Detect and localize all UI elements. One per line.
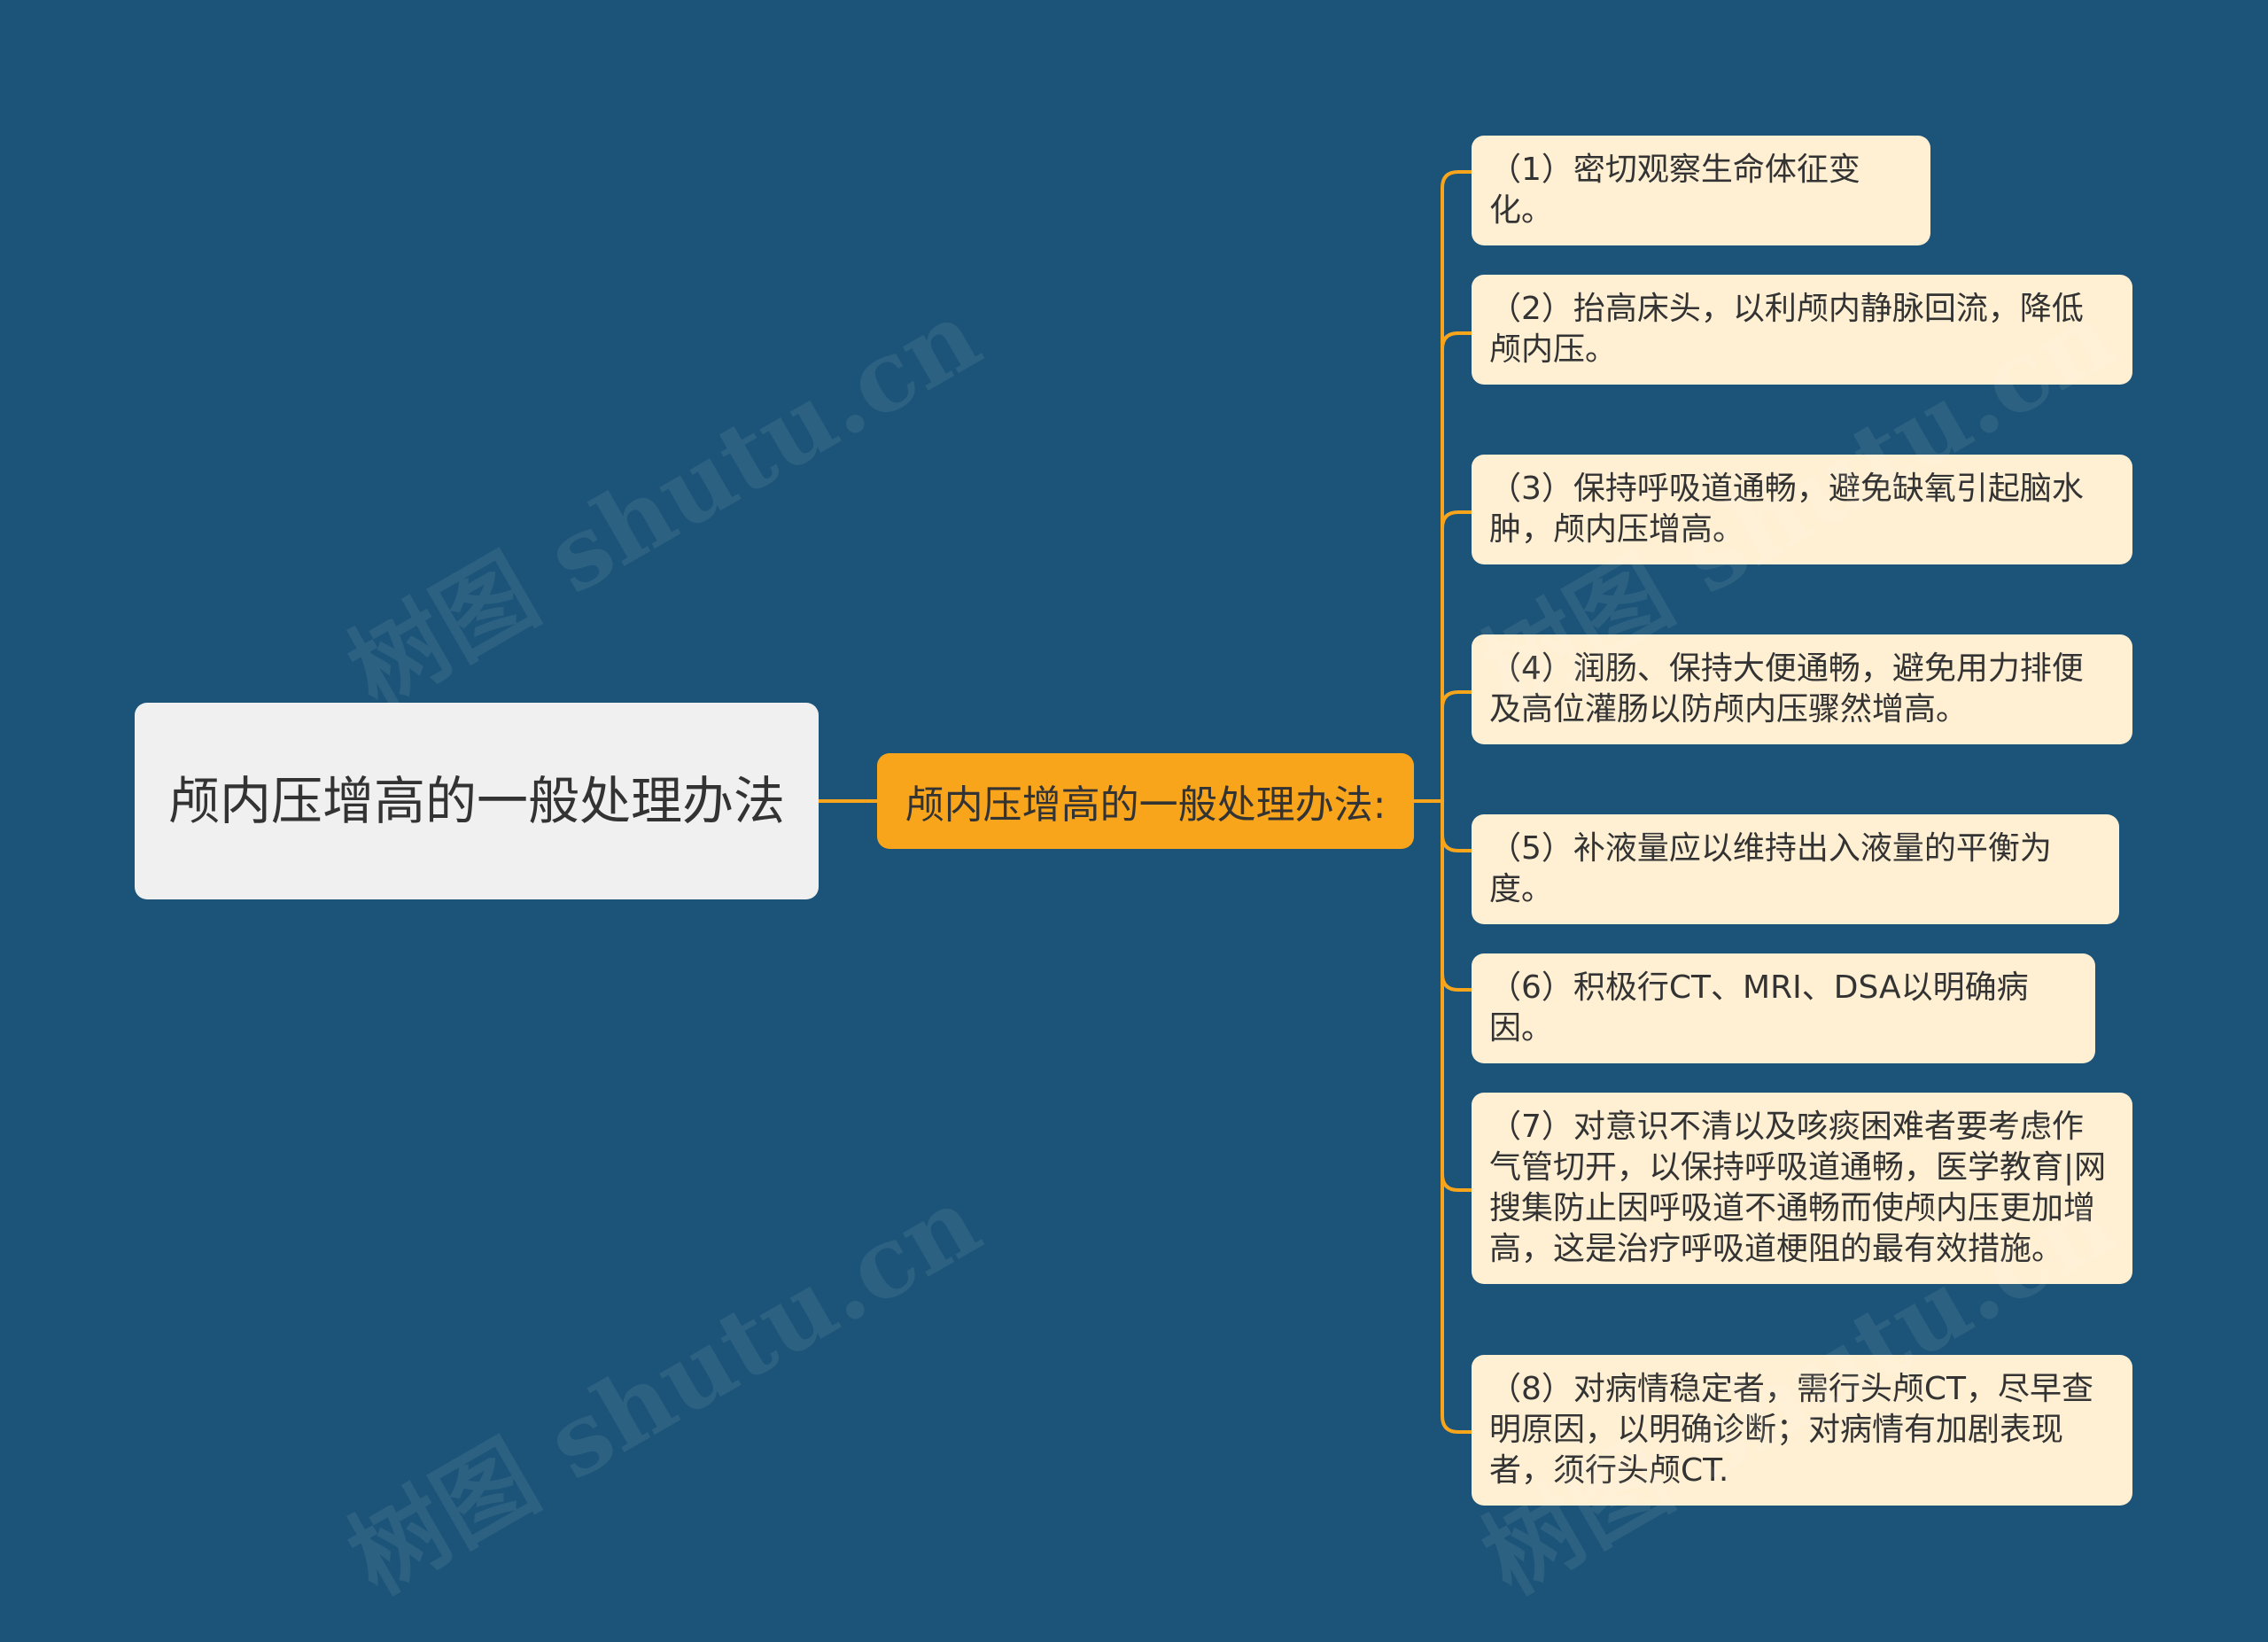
leaf-node-1[interactable]: （1）密切观察生命体征变化。	[1472, 136, 1930, 245]
root-node[interactable]: 颅内压增高的一般处理办法	[135, 703, 819, 899]
connector-leaf-1	[1441, 170, 1472, 189]
leaf-node-4[interactable]: （4）润肠、保持大便通畅，避免用力排便及高位灌肠以防颅内压骤然增高。	[1472, 634, 2132, 744]
leaf-node-7[interactable]: （7）对意识不清以及咳痰困难者要考虑作气管切开，以保持呼吸道通畅，医学教育|网搜…	[1472, 1093, 2132, 1284]
leaf-node-8[interactable]: （8）对病情稳定者，需行头颅CT，尽早查明原因，以明确诊断；对病情有加剧表现者，…	[1472, 1355, 2132, 1506]
root-node-label: 颅内压增高的一般处理办法	[167, 771, 785, 831]
leaf-node-label: （5）补液量应以维持出入液量的平衡为度。	[1489, 830, 2052, 907]
leaf-node-3[interactable]: （3）保持呼吸道通畅，避免缺氧引起脑水肿，颅内压增高。	[1472, 455, 2132, 564]
branch-node-label: 颅内压增高的一般处理办法:	[905, 782, 1386, 828]
leaf-node-5[interactable]: （5）补液量应以维持出入液量的平衡为度。	[1472, 814, 2119, 924]
connector-leaf-6	[1441, 973, 1472, 992]
leaf-node-label: （6）积极行CT、MRI、DSA以明确病因。	[1489, 969, 2029, 1047]
leaf-node-label: （3）保持呼吸道通畅，避免缺氧引起脑水肿，颅内压增高。	[1489, 471, 2084, 548]
branch-node[interactable]: 颅内压增高的一般处理办法:	[877, 753, 1414, 849]
leaf-node-label: （2）抬高床头，以利颅内静脉回流，降低颅内压。	[1489, 291, 2084, 368]
leaf-node-label: （4）润肠、保持大便通畅，避免用力排便及高位灌肠以防颅内压骤然增高。	[1489, 650, 2084, 728]
connector-leaf-5	[1441, 834, 1472, 852]
mindmap-canvas: 颅内压增高的一般处理办法 颅内压增高的一般处理办法: （1）密切观察生命体征变化…	[0, 0, 2268, 1642]
connector-leaf-3	[1441, 510, 1472, 529]
connector-leaf-2	[1441, 331, 1472, 350]
leaf-node-label: （7）对意识不清以及咳痰困难者要考虑作气管切开，以保持呼吸道通畅，医学教育|网搜…	[1489, 1109, 2107, 1267]
leaf-node-label: （8）对病情稳定者，需行头颅CT，尽早查明原因，以明确诊断；对病情有加剧表现者，…	[1489, 1371, 2094, 1489]
leaf-node-label: （1）密切观察生命体征变化。	[1489, 152, 1860, 229]
connector-leaf-7	[1441, 1173, 1472, 1192]
leaf-node-2[interactable]: （2）抬高床头，以利颅内静脉回流，降低颅内压。	[1472, 275, 2132, 385]
connector-leaf-8	[1441, 1415, 1472, 1434]
leaf-node-6[interactable]: （6）积极行CT、MRI、DSA以明确病因。	[1472, 953, 2095, 1063]
connector-leaf-4	[1441, 690, 1472, 709]
